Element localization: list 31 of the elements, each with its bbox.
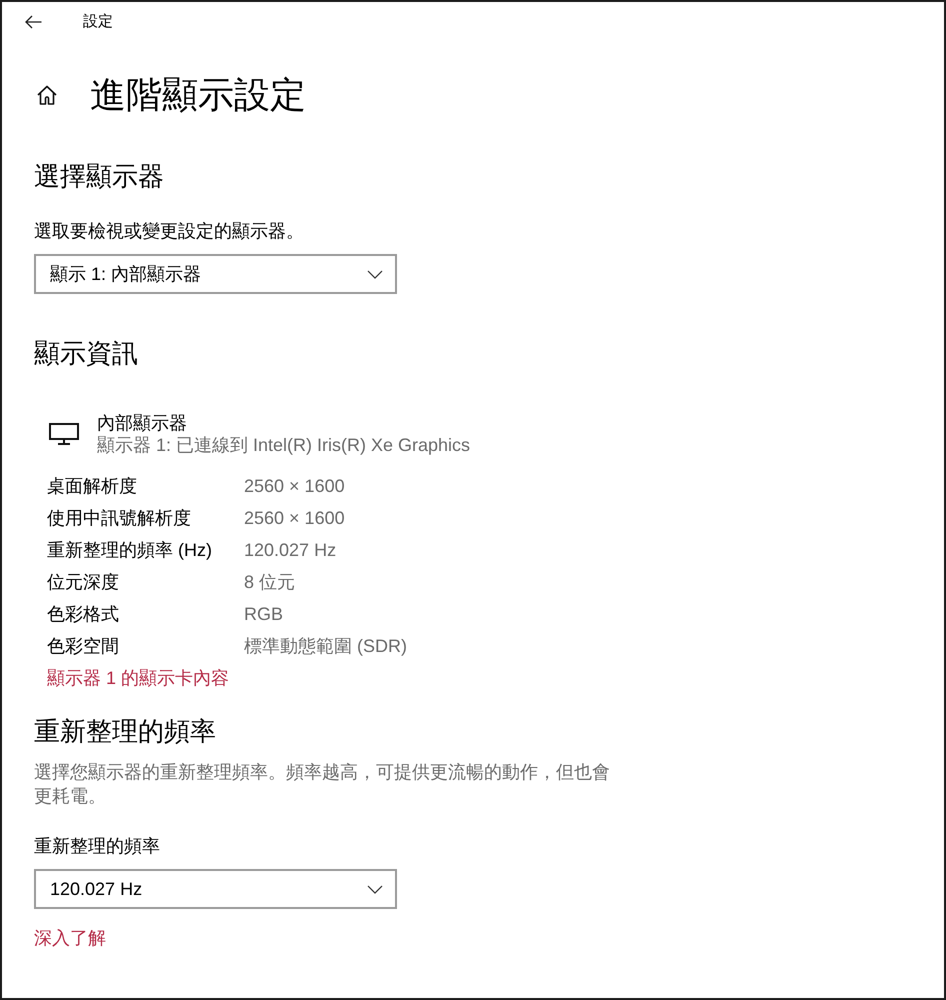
learn-more-link[interactable]: 深入了解 (34, 926, 106, 950)
adapter-properties-link[interactable]: 顯示器 1 的顯示卡內容 (47, 662, 230, 694)
field-label: 選取要檢視或變更設定的顯示器。 (34, 220, 304, 243)
info-value: 標準動態範圍 (SDR) (244, 635, 407, 658)
info-label: 桌面解析度 (47, 475, 138, 498)
section-heading: 重新整理的頻率 (34, 715, 216, 748)
info-value: 2560 × 1600 (244, 507, 346, 530)
back-arrow-icon (25, 15, 42, 29)
window-title: 設定 (83, 12, 113, 32)
info-value: 2560 × 1600 (244, 475, 346, 498)
display-dropdown[interactable]: 顯示 1: 內部顯示器 (34, 254, 397, 294)
info-label: 重新整理的頻率 (Hz) (47, 539, 213, 562)
info-value: RGB (244, 603, 284, 626)
info-label: 位元深度 (47, 571, 120, 594)
section-heading: 選擇顯示器 (34, 160, 164, 193)
refresh-rate-dropdown[interactable]: 120.027 Hz (34, 869, 397, 909)
info-label: 色彩空間 (47, 635, 120, 658)
monitor-icon (49, 423, 79, 445)
info-label: 色彩格式 (47, 603, 120, 626)
info-value: 8 位元 (244, 571, 296, 594)
chevron-down-icon (367, 884, 383, 894)
info-label: 使用中訊號解析度 (47, 507, 192, 530)
info-value: 120.027 Hz (244, 539, 338, 562)
device-description: 顯示器 1: 已連線到 Intel(R) Iris(R) Xe Graphics (97, 434, 470, 456)
page-title: 進階顯示設定 (90, 73, 306, 117)
device-name: 內部顯示器 (97, 412, 188, 434)
section-description: 選擇您顯示器的重新整理頻率。頻率越高，可提供更流暢的動作，但也會更耗電。 (34, 761, 611, 808)
field-label: 重新整理的頻率 (34, 835, 160, 858)
section-heading: 顯示資訊 (34, 337, 138, 370)
home-icon[interactable] (36, 84, 58, 106)
chevron-down-icon (367, 270, 383, 278)
